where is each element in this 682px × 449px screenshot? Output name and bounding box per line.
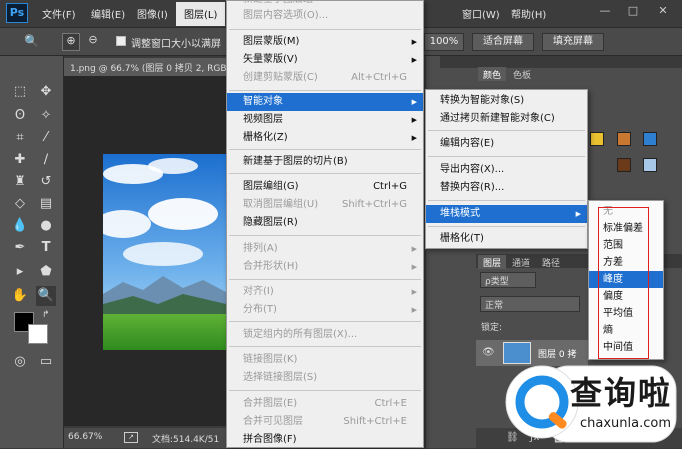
zoom-out-icon[interactable]: ⊖	[84, 33, 102, 51]
menu1-rasterize[interactable]: 栅格化(Z) ▶	[227, 129, 423, 147]
shape-tool-icon[interactable]: ⬟	[36, 262, 56, 282]
resize-window-checkbox[interactable]	[116, 36, 126, 46]
menu1-align[interactable]: 对齐(I) ▶	[227, 283, 423, 301]
eraser-icon[interactable]: ◇	[10, 194, 30, 214]
layer-name[interactable]: 图层 0 拷	[538, 347, 576, 360]
type-tool-icon[interactable]: T	[36, 238, 56, 258]
visibility-eye-icon[interactable]: 👁	[482, 347, 495, 358]
menu1-vector-mask[interactable]: 矢量蒙版(V) ▶	[227, 51, 423, 69]
menu1-combine-shapes[interactable]: 合并形状(H) ▶	[227, 258, 423, 276]
menu2-replace-contents[interactable]: 替换内容(R)...	[426, 179, 587, 197]
menu1-merge-visible[interactable]: 合并可见图层 Shift+Ctrl+E	[227, 413, 423, 431]
lock-label: 锁定:	[481, 323, 503, 333]
status-zoom: 66.67%	[68, 432, 103, 442]
path-select-icon[interactable]: ▸	[10, 262, 30, 282]
quick-mask-icon[interactable]: ◎	[10, 352, 30, 372]
document-tab[interactable]: 1.png @ 66.7% (图层 0 拷贝 2, RGB	[64, 58, 234, 76]
minimize-icon[interactable]: —	[598, 4, 612, 18]
gradient-tool-icon[interactable]: ▤	[36, 194, 56, 214]
menu1-group-layers[interactable]: 图层编组(G) Ctrl+G	[227, 178, 423, 196]
menu-layer[interactable]: 图层(L)	[176, 2, 226, 26]
status-bar: 66.67% ↗ 文档:514.4K/51	[64, 428, 226, 448]
tab-swatches[interactable]: 色板	[508, 67, 536, 81]
watermark: 查询啦 chaxunla.com	[504, 360, 678, 444]
screen-mode-icon[interactable]: ▭	[36, 352, 56, 372]
watermark-text: 查询啦	[570, 374, 673, 412]
eyedropper-icon[interactable]: ⁄	[36, 128, 56, 148]
layer-kind-filter[interactable]: ρ类型	[480, 272, 536, 288]
menu2-stack-mode[interactable]: 堆栈模式 ▶	[426, 205, 587, 223]
marquee-tool-icon[interactable]: ⬚	[10, 82, 30, 102]
swap-colors-icon[interactable]: ↱	[42, 310, 50, 320]
style-swatch[interactable]	[643, 132, 657, 146]
crop-tool-icon[interactable]: ⌗	[10, 128, 30, 148]
watermark-url: chaxunla.com	[580, 416, 671, 431]
style-swatch[interactable]	[617, 158, 631, 172]
menu2-edit-contents[interactable]: 编辑内容(E)	[426, 135, 587, 153]
lasso-tool-icon[interactable]: ʘ	[10, 106, 30, 126]
menu1-distribute[interactable]: 分布(T) ▶	[227, 301, 423, 319]
menu1-ungroup-layers[interactable]: 取消图层编组(U) Shift+Ctrl+G	[227, 196, 423, 214]
menu1-flatten-image[interactable]: 拼合图像(F)	[227, 431, 423, 449]
zoom-tool-icon[interactable]: 🔍	[24, 34, 39, 48]
zoom-in-icon[interactable]: ⊕	[62, 33, 80, 51]
blur-tool-icon[interactable]: 💧	[10, 216, 30, 236]
style-swatch[interactable]	[590, 132, 604, 146]
menu2-convert-to-smart[interactable]: 转换为智能对象(S)	[426, 92, 587, 110]
menu1-new-slice[interactable]: 新建基于图层的切片(B)	[227, 153, 423, 171]
menu2-export-contents[interactable]: 导出内容(X)...	[426, 161, 587, 179]
fit-screen-button[interactable]: 适合屏幕	[472, 33, 534, 51]
blend-mode-select[interactable]: 正常	[480, 296, 580, 312]
style-swatch[interactable]	[643, 158, 657, 172]
zoom-tool-sidebar-icon[interactable]: 🔍	[36, 286, 56, 306]
menu1-hide-layers[interactable]: 隐藏图层(R)	[227, 214, 423, 232]
menu1-layer-content-options[interactable]: 图层内容选项(O)...	[227, 7, 423, 25]
menu-window[interactable]: 窗口(W)	[462, 6, 500, 21]
tab-paths[interactable]: 路径	[537, 255, 565, 269]
status-doc-size: 文档:514.4K/51	[152, 435, 220, 445]
menu1-video-layers[interactable]: 视频图层 ▶	[227, 111, 423, 129]
tab-color[interactable]: 颜色	[478, 67, 507, 81]
highlight-annotation-box	[598, 207, 649, 359]
zoom-100-button[interactable]: 100%	[424, 33, 464, 51]
menu-image[interactable]: 图像(I)	[137, 6, 168, 21]
hand-tool-icon[interactable]: ✋	[10, 286, 30, 306]
menu1-arrange[interactable]: 排列(A) ▶	[227, 240, 423, 258]
move-tool-icon[interactable]: ✥	[36, 82, 56, 102]
restore-icon[interactable]: □	[626, 4, 640, 18]
menu1-lock-all-layers[interactable]: 锁定组内的所有图层(X)...	[227, 326, 423, 344]
dodge-tool-icon[interactable]: ●	[36, 216, 56, 236]
status-share-icon[interactable]: ↗	[124, 432, 138, 443]
stamp-tool-icon[interactable]: ♜	[10, 172, 30, 192]
tab-channels[interactable]: 通道	[507, 255, 535, 269]
menu2-rasterize[interactable]: 栅格化(T)	[426, 230, 587, 248]
pen-tool-icon[interactable]: ✒	[10, 238, 30, 258]
background-color-swatch[interactable]	[28, 324, 48, 344]
healing-brush-icon[interactable]: ✚	[10, 150, 30, 170]
menu2-new-smart-via-copy[interactable]: 通过拷贝新建智能对象(C)	[426, 110, 587, 128]
menu-edit[interactable]: 编辑(E)	[91, 6, 125, 21]
canvas-image	[103, 154, 226, 350]
panel-header-strip	[440, 56, 682, 68]
resize-window-label: 调整窗口大小以满屏	[131, 39, 221, 50]
photoshop-logo: Ps	[6, 3, 28, 23]
history-brush-icon[interactable]: ↺	[36, 172, 56, 192]
layer-menu: 新建基于图层组 图层内容选项(O)... 图层蒙版(M)▶ 矢量蒙版(V)▶ 创…	[226, 0, 424, 448]
menu1-link-layers[interactable]: 链接图层(K)	[227, 351, 423, 369]
tab-layers[interactable]: 图层	[478, 255, 507, 269]
menu1-clipping-mask[interactable]: 创建剪贴蒙版(C) Alt+Ctrl+G	[227, 69, 423, 87]
style-swatch[interactable]	[617, 132, 631, 146]
menu-file[interactable]: 文件(F)	[42, 6, 76, 21]
menu-help[interactable]: 帮助(H)	[511, 6, 546, 21]
magic-wand-icon[interactable]: ✧	[36, 106, 56, 126]
brush-tool-icon[interactable]: ∕	[36, 150, 56, 170]
fill-screen-button[interactable]: 填充屏幕	[542, 33, 604, 51]
smart-objects-submenu: 转换为智能对象(S) 通过拷贝新建智能对象(C) 编辑内容(E) 导出内容(X)…	[425, 89, 588, 249]
menu1-smart-objects[interactable]: 智能对象 ▶	[227, 93, 423, 111]
menu1-merge-layers[interactable]: 合并图层(E) Ctrl+E	[227, 395, 423, 413]
menu1-layer-mask[interactable]: 图层蒙版(M) ▶	[227, 33, 423, 51]
close-icon[interactable]: ✕	[656, 4, 670, 18]
menu1-select-linked[interactable]: 选择链接图层(S)	[227, 369, 423, 387]
